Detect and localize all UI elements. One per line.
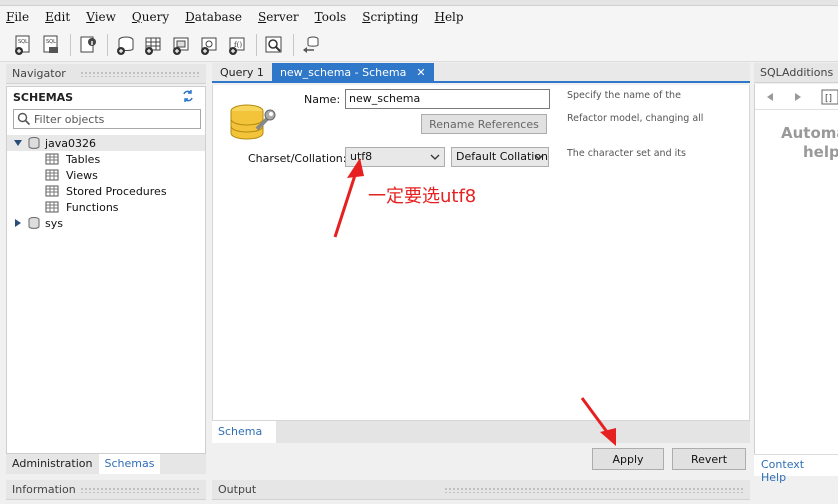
- new-sql-tab-icon[interactable]: SQL: [12, 34, 34, 56]
- tab-schema[interactable]: Schema: [212, 421, 276, 443]
- menu-tools[interactable]: Tools: [315, 10, 347, 24]
- sqladditions-panel: [] Automa help: [754, 84, 838, 454]
- refresh-icon[interactable]: [181, 89, 195, 103]
- auto-help-line2: help: [803, 143, 838, 161]
- expanded-arrow-icon[interactable]: [13, 138, 23, 148]
- menu-query[interactable]: Query: [132, 10, 169, 24]
- collapsed-arrow-icon[interactable]: [13, 218, 23, 228]
- main-toolbar: SQL SQL f(): [0, 28, 838, 62]
- tab-query-1[interactable]: Query 1: [212, 63, 272, 81]
- help-name-line2: Refactor model, changing all: [567, 113, 704, 124]
- navigator-panel: SCHEMAS java0326 Tables Views Stored Pro…: [6, 86, 206, 454]
- create-procedure-icon[interactable]: [198, 34, 220, 56]
- help-name-line1: Specify the name of the: [567, 90, 681, 101]
- editor-tabs: Query 1 new_schema - Schema ✕: [212, 63, 750, 83]
- create-function-icon[interactable]: f(): [226, 34, 248, 56]
- navigator-header: Navigator: [6, 64, 206, 84]
- svg-text:SQL: SQL: [18, 39, 28, 45]
- tab-new-schema[interactable]: new_schema - Schema ✕: [271, 63, 434, 81]
- table-folder-icon: [45, 153, 59, 165]
- svg-text:SQL: SQL: [46, 39, 56, 45]
- tree-item-functions[interactable]: Functions: [7, 199, 205, 215]
- collation-select[interactable]: Default Collation: [451, 147, 549, 167]
- schema-tree: java0326 Tables Views Stored Procedures …: [7, 135, 205, 231]
- tree-item-views[interactable]: Views: [7, 167, 205, 183]
- information-header: Information: [6, 480, 206, 500]
- open-sql-file-icon[interactable]: SQL: [40, 34, 62, 56]
- chevron-down-icon: [534, 154, 544, 160]
- menu-view[interactable]: View: [86, 10, 116, 24]
- tree-item-sys[interactable]: sys: [7, 215, 205, 231]
- inspector-icon[interactable]: [77, 34, 99, 56]
- annotation-text: 一定要选utf8: [368, 186, 477, 207]
- auto-help-line1: Automa: [781, 124, 838, 142]
- tree-item-label: java0326: [45, 136, 97, 150]
- tree-item-java0326[interactable]: java0326: [7, 135, 205, 151]
- tree-item-label: Views: [66, 168, 98, 182]
- procedure-folder-icon: [45, 185, 59, 197]
- tree-item-label: Functions: [66, 200, 119, 214]
- back-arrow-icon[interactable]: [765, 92, 775, 102]
- tree-item-tables[interactable]: Tables: [7, 151, 205, 167]
- snippet-icon[interactable]: []: [821, 88, 838, 106]
- create-schema-icon[interactable]: [114, 34, 136, 56]
- filter-objects-input[interactable]: [34, 112, 194, 126]
- apply-button[interactable]: Apply: [592, 448, 664, 470]
- tree-item-label: Tables: [66, 152, 101, 166]
- name-label: Name:: [304, 93, 341, 106]
- tree-item-label: sys: [45, 216, 63, 230]
- function-folder-icon: [45, 201, 59, 213]
- action-bar: Apply Revert: [212, 443, 750, 476]
- tab-schemas[interactable]: Schemas: [98, 454, 161, 474]
- tab-context-help[interactable]: Context Help: [754, 454, 838, 484]
- search-table-icon[interactable]: [263, 34, 285, 56]
- forward-arrow-icon[interactable]: [793, 92, 803, 102]
- schema-name-input[interactable]: new_schema: [345, 89, 550, 109]
- view-folder-icon: [45, 169, 59, 181]
- menu-database[interactable]: Database: [185, 10, 242, 24]
- schemas-title: SCHEMAS: [13, 91, 74, 104]
- sqladditions-header: SQLAdditions: [754, 63, 838, 83]
- output-header: Output: [212, 480, 750, 500]
- menu-scripting[interactable]: Scripting: [362, 10, 418, 24]
- rename-references-button[interactable]: Rename References: [421, 114, 547, 134]
- reconnect-icon[interactable]: [300, 34, 322, 56]
- database-icon: [28, 217, 40, 229]
- menu-help[interactable]: Help: [434, 10, 463, 24]
- chevron-down-icon: [430, 154, 440, 160]
- revert-button[interactable]: Revert: [672, 448, 746, 470]
- editor-bottom-tabs: Schema: [212, 421, 750, 443]
- menu-server[interactable]: Server: [258, 10, 299, 24]
- tree-item-stored-procedures[interactable]: Stored Procedures: [7, 183, 205, 199]
- svg-text:[]: []: [825, 94, 832, 104]
- menu-file[interactable]: File: [6, 10, 29, 24]
- tree-item-label: Stored Procedures: [66, 184, 167, 198]
- charset-select[interactable]: utf8: [345, 147, 445, 167]
- menu-edit[interactable]: Edit: [45, 10, 70, 24]
- schema-editor: Name: new_schema Rename References Chars…: [212, 85, 750, 421]
- menu-bar: File Edit View Query Database Server Too…: [0, 6, 838, 28]
- navigator-tabs: Administration Schemas: [6, 454, 206, 474]
- tab-administration[interactable]: Administration: [6, 454, 99, 474]
- schema-wrench-icon: [230, 104, 276, 140]
- create-view-icon[interactable]: [170, 34, 192, 56]
- database-icon: [28, 137, 40, 149]
- charset-collation-label: Charset/Collation:: [248, 152, 347, 165]
- filter-objects-box: [13, 109, 201, 129]
- search-icon: [17, 112, 31, 126]
- close-icon[interactable]: ✕: [416, 66, 425, 79]
- create-table-icon[interactable]: [142, 34, 164, 56]
- help-charset: The character set and its: [567, 148, 686, 159]
